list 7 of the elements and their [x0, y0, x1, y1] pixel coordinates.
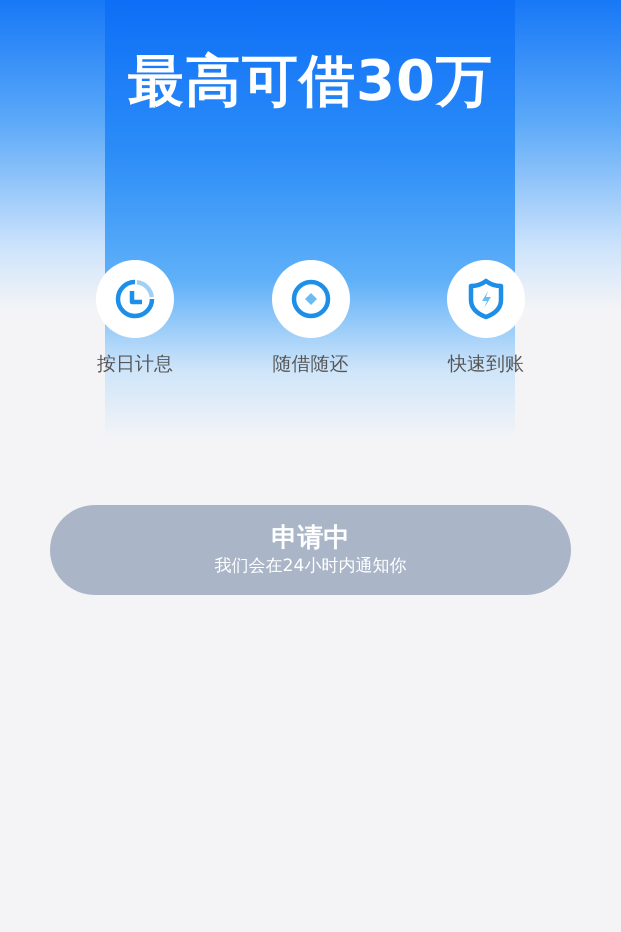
feature-label: 随借随还: [272, 352, 348, 376]
clock-icon: [114, 278, 156, 320]
feature-label: 按日计息: [97, 352, 173, 376]
headline: 最高可借30万: [128, 48, 493, 116]
coin-icon: [290, 278, 332, 320]
feature-label: 快速到账: [448, 352, 524, 376]
shield-icon: [467, 278, 505, 320]
